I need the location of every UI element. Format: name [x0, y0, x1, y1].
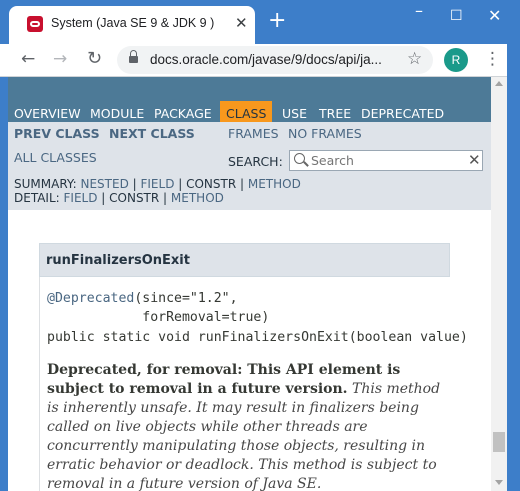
- window-maximize-button[interactable]: ☐: [450, 8, 463, 24]
- tab-title: System (Java SE 9 & JDK 9 ): [51, 16, 215, 30]
- prev-class-link[interactable]: PREV CLASS: [14, 126, 100, 141]
- method-signature: public static void runFinalizersOnExit(b…: [47, 330, 468, 345]
- next-class-link[interactable]: NEXT CLASS: [109, 126, 195, 141]
- summary-row: SUMMARY: NESTED | FIELD | CONSTR | METHO…: [14, 177, 301, 191]
- all-classes-link[interactable]: ALL CLASSES: [14, 150, 97, 165]
- address-bar[interactable]: docs.oracle.com/javase/9/docs/api/ja... …: [117, 46, 433, 74]
- search-icon: [294, 153, 305, 164]
- detail-field-link[interactable]: FIELD: [64, 191, 98, 205]
- bookmark-star-icon[interactable]: ☆: [407, 49, 422, 69]
- summary-field-link[interactable]: FIELD: [140, 177, 174, 191]
- lock-icon[interactable]: [129, 50, 138, 65]
- scroll-thumb[interactable]: [493, 432, 505, 452]
- nav-class-active: CLASS: [220, 101, 273, 122]
- nav-tree-link[interactable]: TREE: [319, 106, 351, 121]
- profile-avatar[interactable]: R: [444, 48, 468, 72]
- search-reset-icon[interactable]: ✕: [468, 151, 481, 170]
- forward-icon[interactable]: →: [53, 48, 67, 70]
- page-scrollbar[interactable]: [491, 77, 507, 491]
- annotation-line-2: forRemoval=true): [47, 310, 270, 325]
- member-header: runFinalizersOnExit: [39, 243, 450, 277]
- separator: |: [128, 177, 141, 191]
- nav-overview-link[interactable]: OVERVIEW: [14, 106, 81, 121]
- detail-constr-text: CONSTR: [109, 191, 160, 205]
- search-box[interactable]: ✕: [289, 150, 483, 171]
- nav-use-link[interactable]: USE: [282, 106, 307, 121]
- deprecation-note: Deprecated, for removal: This API elemen…: [47, 361, 447, 491]
- summary-method-link[interactable]: METHOD: [248, 177, 301, 191]
- browser-toolbar: ← → ↻ docs.oracle.com/javase/9/docs/api/…: [0, 44, 520, 76]
- nav-module-link[interactable]: MODULE: [90, 106, 144, 121]
- menu-icon[interactable]: ⋮: [484, 48, 501, 70]
- detail-row: DETAIL: FIELD | CONSTR | METHOD: [14, 191, 301, 205]
- reload-icon[interactable]: ↻: [87, 48, 102, 70]
- separator: |: [97, 191, 110, 205]
- deprecation-text: This method is inherently unsafe. It may…: [47, 381, 441, 491]
- top-navigation-bar: OVERVIEW MODULE PACKAGE CLASS USE TREE D…: [8, 77, 491, 122]
- separator: |: [174, 177, 187, 191]
- browser-tab[interactable]: System (Java SE 9 & JDK 9 ) ✕: [9, 6, 255, 44]
- search-input[interactable]: [311, 153, 461, 168]
- window-frame-left: [0, 77, 8, 491]
- new-tab-button[interactable]: +: [268, 10, 286, 32]
- summary-label: SUMMARY:: [14, 177, 81, 191]
- separator: |: [236, 177, 248, 191]
- tab-close-icon[interactable]: ✕: [235, 14, 248, 32]
- annotation-line-1: @Deprecated(since="1.2",: [47, 291, 238, 306]
- member-name: runFinalizersOnExit: [46, 253, 190, 268]
- annotation-args: (since="1.2",: [134, 291, 238, 306]
- frames-link[interactable]: FRAMES: [228, 126, 279, 141]
- back-icon[interactable]: ←: [21, 48, 35, 70]
- summary-constr-text: CONSTR: [186, 177, 237, 191]
- detail-method-link[interactable]: METHOD: [171, 191, 224, 205]
- separator: |: [159, 191, 171, 205]
- window-close-button[interactable]: ✕: [488, 8, 501, 24]
- no-frames-link[interactable]: NO FRAMES: [288, 126, 362, 141]
- search-label: SEARCH:: [228, 154, 283, 169]
- url-text[interactable]: docs.oracle.com/javase/9/docs/api/ja...: [150, 52, 382, 67]
- scroll-up-icon[interactable]: [495, 81, 503, 86]
- tab-strip: System (Java SE 9 & JDK 9 ) ✕ + – ☐ ✕: [0, 0, 520, 44]
- window-minimize-button[interactable]: –: [415, 3, 423, 19]
- page-viewport: OVERVIEW MODULE PACKAGE CLASS USE TREE D…: [8, 77, 491, 491]
- detail-label: DETAIL:: [14, 191, 64, 205]
- scroll-down-icon[interactable]: [495, 480, 503, 485]
- summary-links: SUMMARY: NESTED | FIELD | CONSTR | METHO…: [14, 177, 301, 205]
- nav-deprecated-link[interactable]: DEPRECATED: [361, 106, 444, 121]
- window-frame-right: [507, 44, 520, 491]
- nav-package-link[interactable]: PACKAGE: [154, 106, 212, 121]
- deprecated-annotation-link[interactable]: @Deprecated: [47, 291, 134, 306]
- oracle-favicon-icon: [27, 16, 43, 32]
- summary-nested-link[interactable]: NESTED: [80, 177, 128, 191]
